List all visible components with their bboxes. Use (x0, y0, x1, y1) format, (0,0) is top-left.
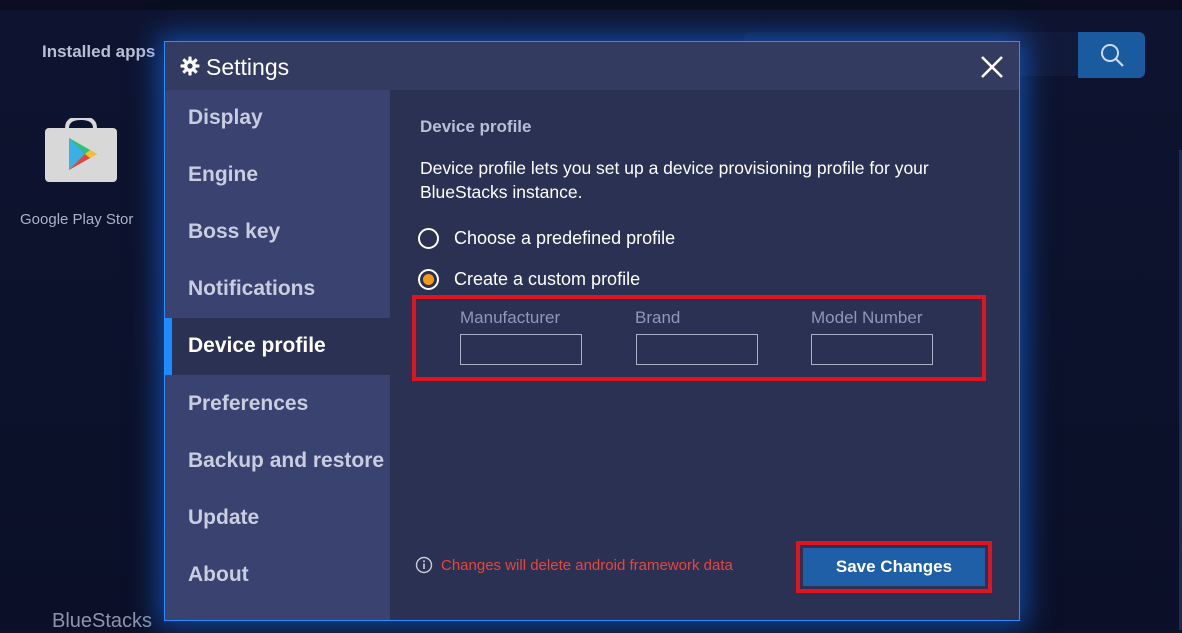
radio-label: Choose a predefined profile (454, 227, 676, 248)
top-bar (0, 0, 1182, 10)
app-label[interactable]: Google Play Stor (20, 211, 133, 228)
sidebar-item-notifications[interactable]: Notifications (165, 261, 390, 318)
sidebar-item-label: Display (188, 106, 263, 129)
sidebar-item-label: Update (188, 506, 260, 529)
sidebar-item-display[interactable]: Display (165, 90, 390, 147)
radio-label: Create a custom profile (454, 268, 641, 289)
warning-text: Changes will delete android framework da… (441, 556, 733, 574)
sidebar-item-label: Preferences (188, 392, 309, 415)
dialog-title: Settings (206, 54, 290, 80)
close-icon[interactable] (977, 52, 1007, 82)
sidebar-item-preferences[interactable]: Preferences (165, 376, 390, 433)
info-icon (415, 556, 433, 574)
sidebar-item-label: Device profile (188, 334, 326, 357)
sidebar-item-label: Boss key (188, 220, 281, 243)
sidebar-item-device-profile[interactable]: Device profile (165, 318, 390, 375)
manufacturer-label: Manufacturer (460, 308, 561, 327)
sidebar-item-label: About (188, 563, 249, 586)
installed-apps-label: Installed apps (42, 42, 156, 61)
sidebar-item-about[interactable]: About (165, 547, 390, 604)
search-icon (1100, 44, 1124, 67)
sidebar-item-backup-and-restore[interactable]: Backup and restore (165, 433, 390, 490)
sidebar-item-label: Notifications (188, 277, 316, 300)
sidebar-item-engine[interactable]: Engine (165, 147, 390, 204)
warning-notice: Changes will delete android framework da… (415, 556, 733, 574)
play-store-icon[interactable] (45, 118, 117, 182)
model-number-label: Model Number (811, 308, 923, 327)
dialog-header: Settings (165, 42, 1019, 90)
section-description: Device profile lets you set up a device … (420, 158, 929, 202)
sidebar-item-label: Backup and restore (188, 449, 385, 472)
radio-custom-profile[interactable]: Create a custom profile (418, 266, 640, 292)
gear-icon (180, 56, 200, 76)
sidebar-item-label: Engine (188, 163, 259, 186)
settings-sidebar: Display Engine Boss key Notifications De… (165, 90, 390, 620)
manufacturer-input[interactable] (460, 334, 582, 365)
brand-label: Brand (635, 308, 681, 327)
save-changes-button[interactable]: Save Changes (803, 548, 985, 586)
settings-dialog: Settings Display Engine Boss key Notific… (164, 41, 1020, 621)
radio-button[interactable] (418, 227, 439, 249)
model-number-input[interactable] (811, 334, 933, 365)
section-title: Device profile (420, 117, 532, 136)
sidebar-item-boss-key[interactable]: Boss key (165, 204, 390, 261)
search-button[interactable] (1078, 32, 1145, 78)
device-profile-panel: Device profile Device profile lets you s… (390, 90, 1019, 620)
radio-button[interactable] (418, 268, 439, 290)
radio-predefined-profile[interactable]: Choose a predefined profile (418, 225, 675, 251)
brand-input[interactable] (636, 334, 758, 365)
sidebar-item-update[interactable]: Update (165, 490, 390, 547)
